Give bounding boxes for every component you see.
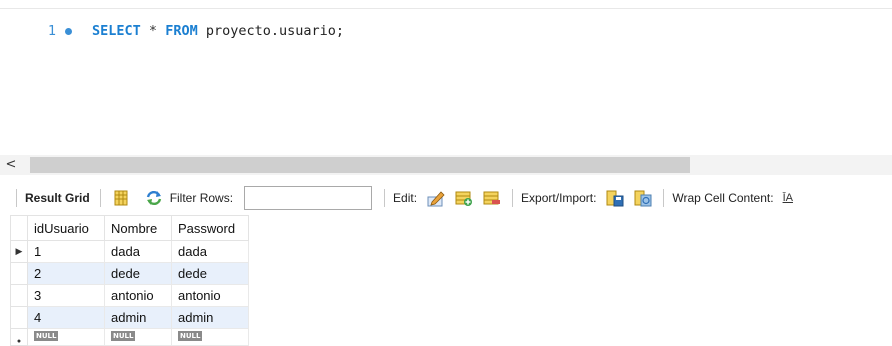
column-header-nombre[interactable]: Nombre bbox=[104, 215, 172, 241]
table-row[interactable]: 4 admin admin bbox=[10, 306, 249, 329]
scroll-thumb[interactable] bbox=[30, 157, 690, 173]
wrap-cell-content-label: Wrap Cell Content: bbox=[672, 191, 774, 205]
row-marker-header bbox=[10, 215, 28, 241]
row-marker bbox=[10, 306, 28, 329]
null-badge: NULL bbox=[111, 331, 136, 341]
filter-rows-input[interactable] bbox=[244, 186, 373, 210]
null-badge: NULL bbox=[34, 331, 59, 341]
result-toolbar: Result Grid Filter Rows: Edit: Export/Im… bbox=[10, 183, 880, 213]
table-row[interactable]: ▶ 1 dada dada bbox=[10, 240, 249, 263]
row-marker bbox=[10, 262, 28, 285]
cell-password[interactable]: dada bbox=[171, 240, 249, 263]
import-icon[interactable] bbox=[634, 189, 652, 207]
table-row[interactable]: 2 dede dede bbox=[10, 262, 249, 285]
cell-password[interactable]: dede bbox=[171, 262, 249, 285]
cell-password[interactable]: antonio bbox=[171, 284, 249, 307]
cell-idusuario[interactable]: 1 bbox=[27, 240, 105, 263]
toolbar-separator bbox=[16, 189, 17, 207]
refresh-icon[interactable] bbox=[145, 189, 163, 207]
grid-layout-icon[interactable] bbox=[112, 189, 130, 207]
result-grid-tab[interactable]: Result Grid bbox=[23, 191, 94, 205]
result-grid[interactable]: idUsuario Nombre Password ▶ 1 dada dada … bbox=[10, 215, 249, 346]
statement-marker-icon bbox=[65, 27, 72, 35]
column-header-idusuario[interactable]: idUsuario bbox=[27, 215, 105, 241]
keyword-from: FROM bbox=[165, 23, 198, 39]
wrap-cell-content-icon[interactable]: ĪA bbox=[783, 192, 793, 204]
cell-nombre[interactable]: dede bbox=[104, 262, 172, 285]
delete-row-icon[interactable] bbox=[483, 189, 501, 207]
grid-header-row: idUsuario Nombre Password bbox=[10, 215, 249, 241]
toolbar-separator bbox=[663, 189, 665, 207]
scroll-left-button[interactable]: < bbox=[4, 155, 18, 175]
cell-nombre[interactable]: dada bbox=[104, 240, 172, 263]
filter-rows-label: Filter Rows: bbox=[169, 191, 234, 205]
row-marker bbox=[10, 284, 28, 307]
toolbar-separator bbox=[99, 189, 101, 207]
null-badge: NULL bbox=[178, 331, 203, 341]
sql-editor[interactable]: 1 SELECT * FROM proyecto.usuario; bbox=[0, 9, 892, 154]
code-line-1[interactable]: 1 SELECT * FROM proyecto.usuario; bbox=[38, 21, 344, 41]
cell-password-new[interactable]: NULL bbox=[171, 328, 249, 346]
cell-nombre[interactable]: admin bbox=[104, 306, 172, 329]
new-row[interactable]: ● NULL NULL NULL bbox=[10, 328, 249, 346]
new-row-marker-icon: ● bbox=[10, 328, 28, 346]
cell-nombre[interactable]: antonio bbox=[104, 284, 172, 307]
horizontal-scrollbar[interactable]: < bbox=[0, 155, 892, 175]
edit-row-icon[interactable] bbox=[427, 189, 445, 207]
star-token: * bbox=[148, 23, 158, 39]
export-import-label: Export/Import: bbox=[521, 191, 597, 205]
top-border bbox=[0, 0, 892, 9]
keyword-select: SELECT bbox=[92, 23, 141, 39]
edit-label: Edit: bbox=[393, 191, 418, 205]
cell-password[interactable]: admin bbox=[171, 306, 249, 329]
export-icon[interactable] bbox=[606, 189, 624, 207]
cell-idusuario[interactable]: 2 bbox=[27, 262, 105, 285]
add-row-icon[interactable] bbox=[455, 189, 473, 207]
line-number: 1 bbox=[47, 23, 56, 39]
current-row-marker-icon: ▶ bbox=[10, 240, 28, 263]
toolbar-separator bbox=[512, 189, 514, 207]
table-name: proyecto.usuario; bbox=[205, 23, 345, 39]
cell-idusuario[interactable]: 3 bbox=[27, 284, 105, 307]
cell-idusuario-new[interactable]: NULL bbox=[27, 328, 105, 346]
cell-idusuario[interactable]: 4 bbox=[27, 306, 105, 329]
toolbar-separator bbox=[384, 189, 386, 207]
column-header-password[interactable]: Password bbox=[171, 215, 249, 241]
cell-nombre-new[interactable]: NULL bbox=[104, 328, 172, 346]
table-row[interactable]: 3 antonio antonio bbox=[10, 284, 249, 307]
